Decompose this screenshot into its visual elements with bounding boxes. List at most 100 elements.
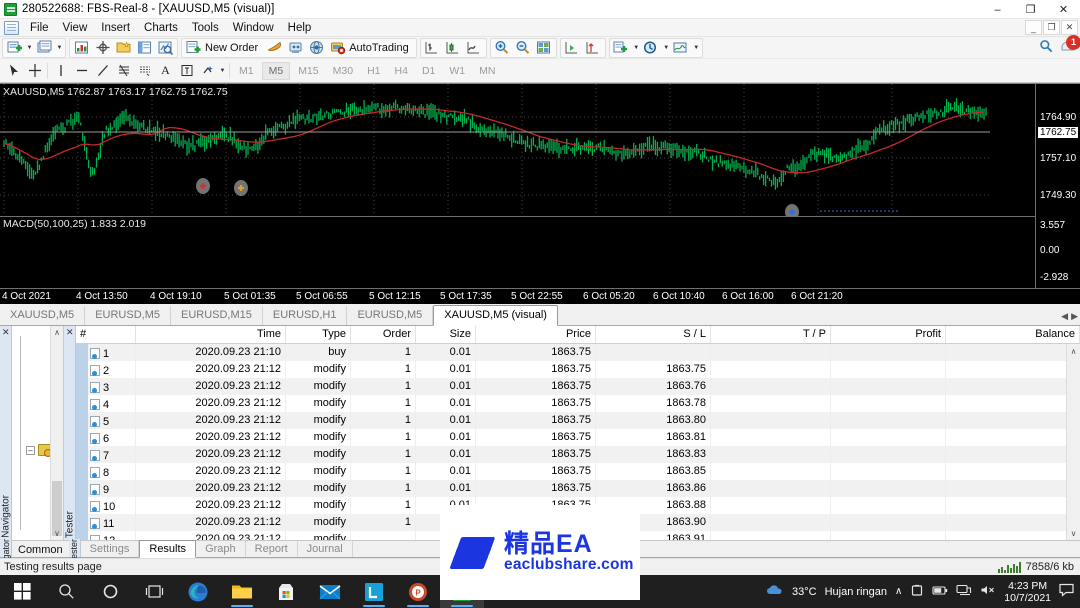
weather-description[interactable]: Hujan ringan [825,586,887,598]
menu-window[interactable]: Window [226,20,281,36]
data-window-icon[interactable] [92,38,113,57]
table-row[interactable]: 8 2020.09.23 21:12 modify 1 0.01 1863.75 1863.… [88,463,1080,480]
minimize-button[interactable]: – [981,0,1014,19]
navigator-scrollbar[interactable]: ∧ ∨ [50,326,63,540]
table-row[interactable]: 3 2020.09.23 21:12 modify 1 0.01 1863.75 1863.… [88,378,1080,395]
metaeditor-icon[interactable] [264,38,285,57]
navigator-panel[interactable]: – ∧ ∨ [12,326,64,540]
line-app-icon[interactable] [352,575,396,608]
expert-advisors-icon[interactable] [285,38,306,57]
column-header-balance[interactable]: Balance [946,326,1080,343]
templates-icon[interactable] [671,38,692,57]
zoom-out-icon[interactable] [513,38,534,57]
table-row[interactable]: 4 2020.09.23 21:12 modify 1 0.01 1863.75 1863.… [88,395,1080,412]
navigator-expert-item[interactable]: – [26,444,52,457]
strategy-tester-icon[interactable] [155,38,176,57]
weather-icon[interactable] [765,583,784,600]
column-header-type[interactable]: Type [286,326,351,343]
navigator-scroll-up-icon[interactable]: ∧ [51,326,63,339]
menu-file[interactable]: File [23,20,56,36]
column-header-price[interactable]: Price [476,326,596,343]
new-order-label[interactable]: New Order [204,42,264,54]
shapes-dropdown[interactable]: ▼ [218,61,227,80]
tab-graph[interactable]: Graph [196,541,246,557]
onedrive-icon[interactable] [910,584,924,600]
tester-panel-tab[interactable]: ✕ Tester [64,326,76,540]
navigator-icon[interactable] [113,38,134,57]
timeframe-m15[interactable]: M15 [292,63,324,79]
terminal-icon[interactable] [134,38,155,57]
new-chart-icon[interactable] [4,38,25,57]
tab-settings[interactable]: Settings [81,541,140,557]
tester-close-icon[interactable]: ✕ [66,327,74,338]
column-header-order[interactable]: Order [351,326,416,343]
search-icon[interactable] [1039,39,1054,57]
chart-tab-xauusd-m5-visual[interactable]: XAUUSD,M5 (visual) [433,305,558,326]
column-header-[interactable]: # [76,326,136,343]
time-scale[interactable]: 4 Oct 2021 4 Oct 13:50 4 Oct 19:10 5 Oct 01… [0,288,1080,304]
cursor-icon[interactable] [3,61,24,80]
mdi-close-button[interactable]: ✕ [1061,20,1078,35]
mdi-minimize-button[interactable]: _ [1025,20,1042,35]
autotrading-icon[interactable] [327,38,348,57]
menu-help[interactable]: Help [281,20,319,36]
text-box-icon[interactable] [176,61,197,80]
mql5-community-icon[interactable] [306,38,327,57]
menu-view[interactable]: View [56,20,95,36]
candlestick-chart-icon[interactable] [443,38,464,57]
powerpoint-icon[interactable]: P [396,575,440,608]
cortana-icon[interactable] [88,575,132,608]
chart-shift-icon[interactable] [562,38,583,57]
timeframe-mn[interactable]: MN [473,63,501,79]
tile-windows-icon[interactable] [534,38,555,57]
close-button[interactable]: ✕ [1047,0,1080,19]
column-header-t-p[interactable]: T / P [711,326,831,343]
action-center-icon[interactable] [1059,583,1074,600]
menu-charts[interactable]: Charts [137,20,185,36]
column-header-time[interactable]: Time [136,326,286,343]
tab-journal[interactable]: Journal [298,541,353,557]
start-button[interactable] [0,575,44,608]
column-header-s-l[interactable]: S / L [596,326,711,343]
navigator-common-tab[interactable]: Common [12,542,69,557]
zoom-in-icon[interactable] [492,38,513,57]
price-scale[interactable]: 1764.90 1762.75 1757.10 1749.30 3.557 0.00 -2.… [1035,84,1080,288]
timeframe-h4[interactable]: H4 [389,63,414,79]
results-scroll-down-icon[interactable]: ∨ [1067,526,1080,540]
chart-tab-eurusd-m5-2[interactable]: EURUSD,M5 [347,306,434,325]
period-dropdown[interactable]: ▼ [662,38,671,57]
menu-insert[interactable]: Insert [94,20,137,36]
line-chart-icon[interactable] [464,38,485,57]
timeframe-w1[interactable]: W1 [443,63,471,79]
new-order-icon[interactable] [183,38,204,57]
navigator-panel-tab[interactable]: ✕ Navigator [0,326,12,540]
network-icon[interactable] [956,584,972,599]
indicators-dropdown[interactable]: ▼ [632,38,641,57]
profiles-dropdown[interactable]: ▼ [55,38,64,57]
mail-icon[interactable] [308,575,352,608]
fibonacci-icon[interactable] [113,61,134,80]
timeframe-m1[interactable]: M1 [233,63,260,79]
trendline-icon[interactable] [92,61,113,80]
mailbox-icon[interactable]: 1 [1060,34,1080,57]
equidistant-channel-icon[interactable] [134,61,155,80]
chart-tab-xauusd-m5[interactable]: XAUUSD,M5 [0,306,86,325]
indicators-icon[interactable] [611,38,632,57]
edge-icon[interactable] [176,575,220,608]
microsoft-store-icon[interactable] [264,575,308,608]
timeframe-h1[interactable]: H1 [361,63,386,79]
chart-area[interactable]: XAUUSD,M5 1762.87 1763.17 1762.75 1762.7… [0,83,1080,288]
table-row[interactable]: 6 2020.09.23 21:12 modify 1 0.01 1863.75 1863.… [88,429,1080,446]
volume-muted-icon[interactable] [980,584,996,599]
search-icon[interactable] [44,575,88,608]
navigator-scroll-down-icon[interactable]: ∨ [51,527,63,540]
bar-chart-icon[interactable] [422,38,443,57]
file-explorer-icon[interactable] [220,575,264,608]
market-watch-icon[interactable] [71,38,92,57]
autotrading-label[interactable]: AutoTrading [348,42,415,54]
mdi-restore-button[interactable]: ❐ [1043,20,1060,35]
results-scrollbar[interactable]: ∧ ∨ [1066,344,1080,540]
tester-tab-strip[interactable]: Tester [68,539,81,564]
timeframe-m30[interactable]: M30 [327,63,359,79]
column-header-profit[interactable]: Profit [831,326,946,343]
